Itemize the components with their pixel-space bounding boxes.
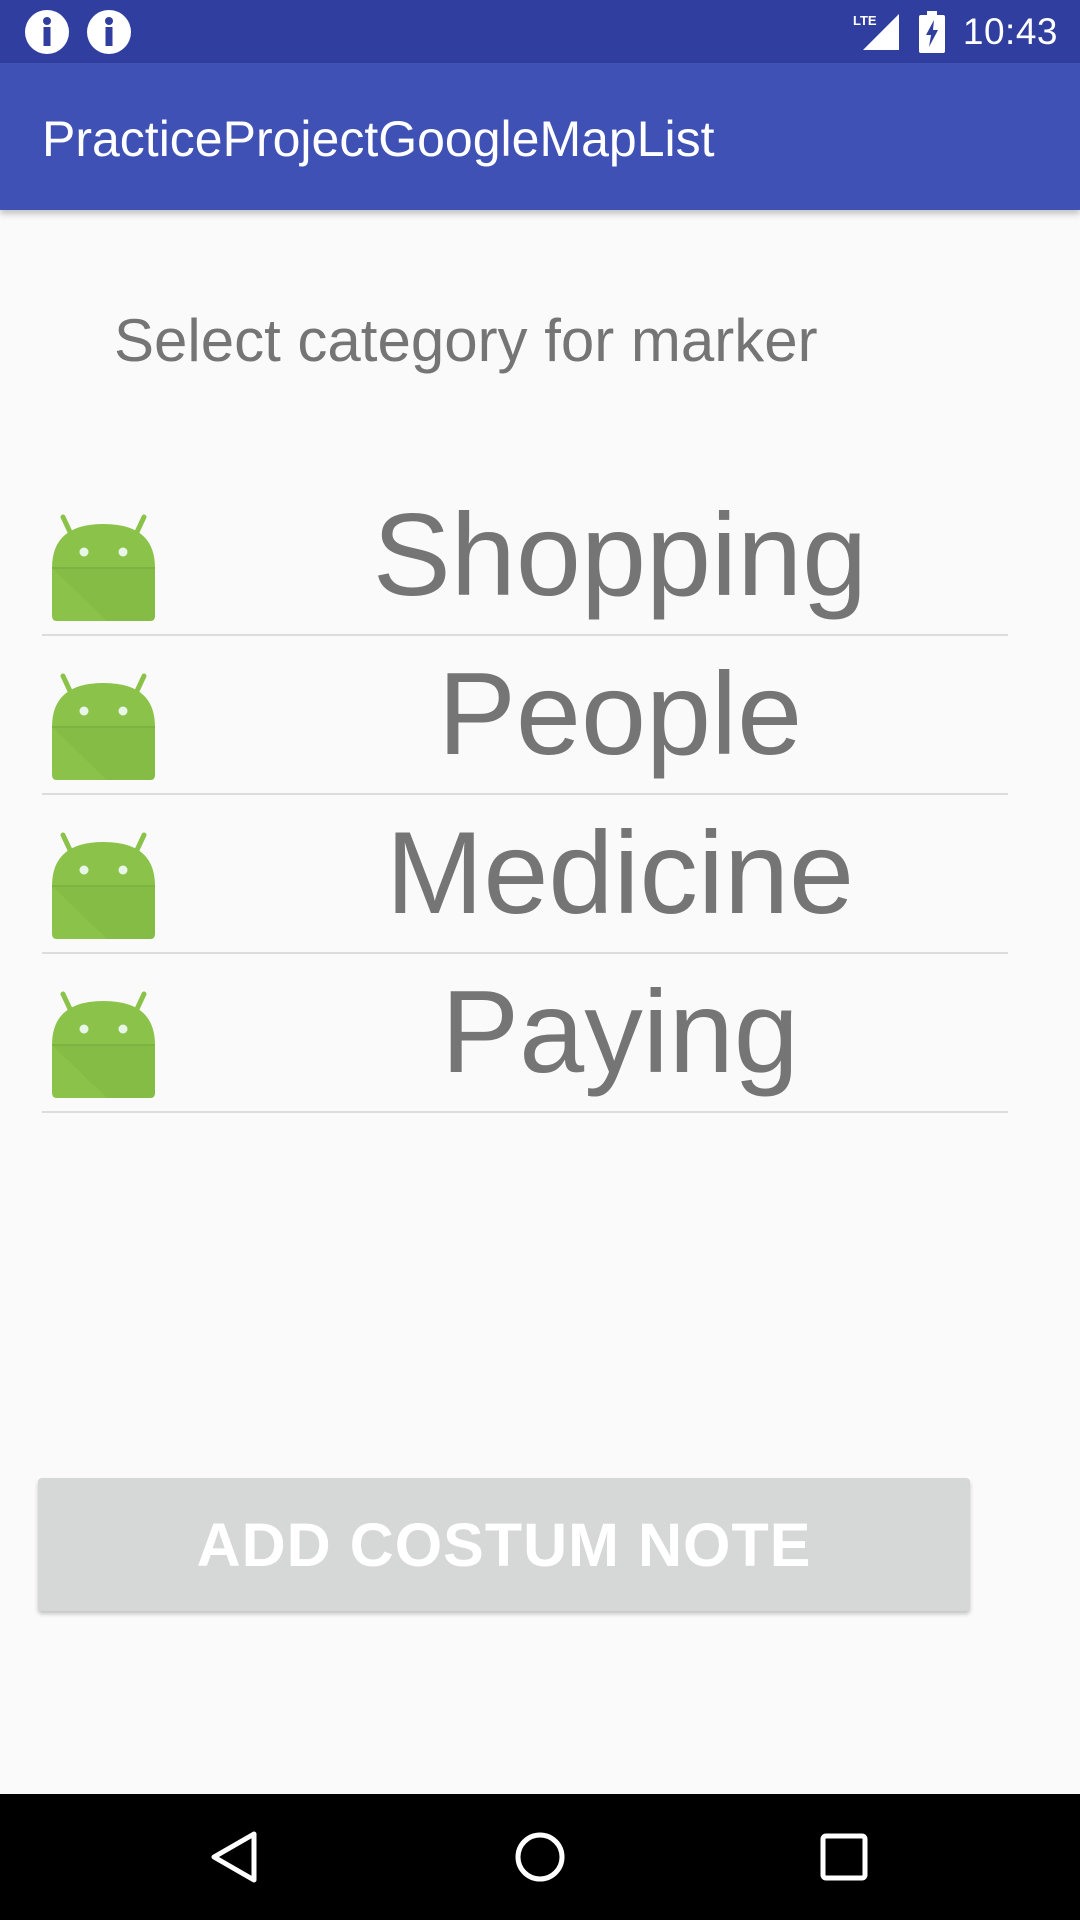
status-clock: 10:43 — [962, 10, 1058, 52]
category-item-shopping[interactable]: Shopping — [42, 477, 1008, 636]
info-icon — [25, 10, 69, 54]
app-bar: PracticeProjectGoogleMapList — [0, 63, 1080, 210]
category-item-paying[interactable]: Paying — [42, 954, 1008, 1113]
add-custom-note-button[interactable]: ADD COSTUM NOTE — [38, 1478, 970, 1611]
category-list: Shopping People Medicine Paying — [42, 477, 1008, 1113]
back-icon[interactable] — [196, 1817, 276, 1897]
category-item-medicine[interactable]: Medicine — [42, 795, 1008, 954]
network-type-label: LTE — [853, 13, 877, 28]
category-prompt: Select category for marker — [114, 307, 818, 374]
app-title: PracticeProjectGoogleMapList — [42, 111, 715, 167]
android-icon — [52, 991, 155, 1098]
info-icon — [87, 10, 131, 54]
category-label: Shopping — [372, 489, 868, 620]
android-icon — [52, 832, 155, 939]
recents-icon[interactable] — [804, 1817, 884, 1897]
android-icon — [52, 514, 155, 621]
navigation-bar — [0, 1794, 1080, 1920]
android-icon — [52, 673, 155, 780]
home-icon[interactable] — [500, 1817, 580, 1897]
signal-icon: LTE — [853, 13, 899, 50]
status-indicators: LTE 10:43 — [851, 0, 1058, 63]
category-item-people[interactable]: People — [42, 636, 1008, 795]
category-label: People — [437, 648, 803, 779]
status-bar: LTE 10:43 — [0, 0, 1080, 63]
category-label: Paying — [441, 966, 799, 1097]
category-label: Medicine — [385, 807, 855, 938]
battery-charging-icon — [918, 10, 945, 53]
